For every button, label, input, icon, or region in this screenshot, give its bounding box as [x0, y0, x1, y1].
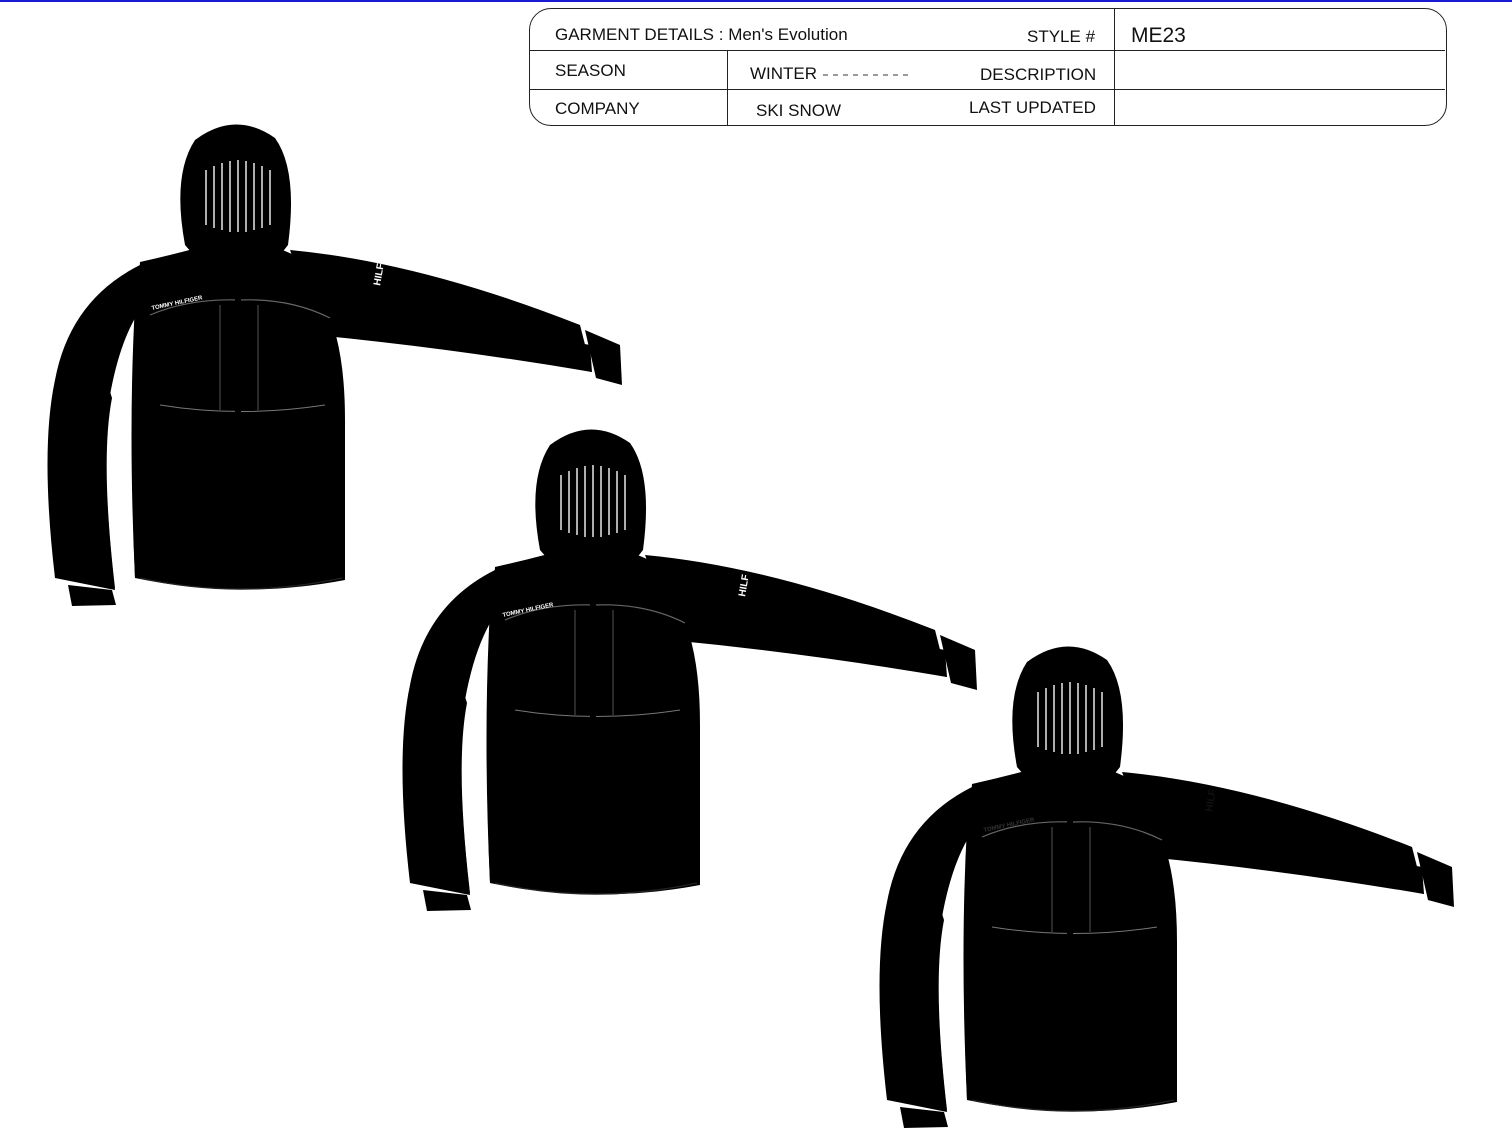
column-divider: [1114, 9, 1116, 126]
last-updated-label: LAST UPDATED: [969, 98, 1096, 117]
row-divider: [530, 89, 1445, 91]
row-divider: [530, 50, 1445, 52]
season-value-text: WINTER: [750, 64, 818, 83]
style-value: ME23: [1131, 24, 1186, 47]
garment-spec-table: GARMENT DETAILS : Men's Evolution STYLE …: [529, 8, 1447, 126]
company-value: SKI SNOW: [756, 101, 842, 120]
garment-details-value: Men's Evolution: [728, 25, 848, 44]
column-divider: [727, 50, 729, 126]
season-value: WINTER: [750, 64, 910, 83]
jacket-white: .w .j-body{fill:#ffffff;stroke:#333;stro…: [878, 645, 1455, 1129]
description-label: DESCRIPTION: [980, 65, 1097, 84]
style-label: STYLE #: [1027, 27, 1096, 46]
faded-year-text: [823, 73, 910, 76]
